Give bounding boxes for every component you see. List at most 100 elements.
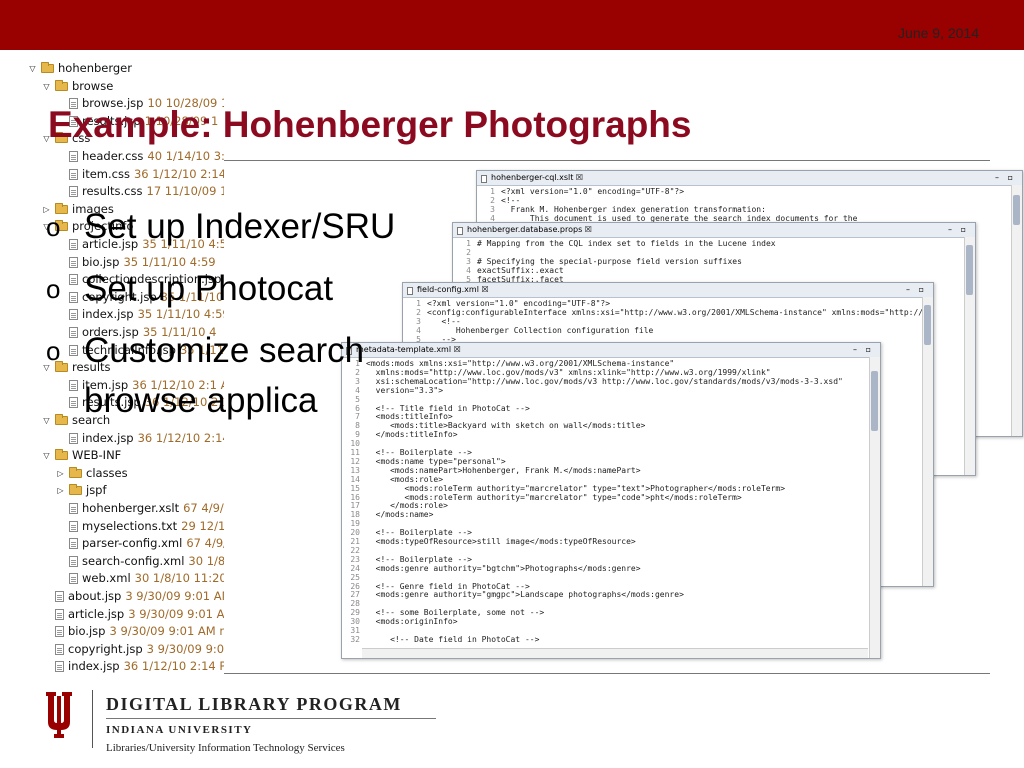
editor-tab-label: hohenberger.database.props ☒ (453, 225, 592, 234)
slide-title: Example: Hohenberger Photographs (48, 104, 692, 145)
tree-item-name: classes (86, 465, 128, 480)
tree-file[interactable]: search-config.xml30 1/8/1 (56, 553, 224, 570)
collapsed-arrow-icon[interactable]: ▷ (56, 465, 65, 482)
tree-item-name: browse (72, 78, 114, 93)
bullet-item: o Set up Photocat (46, 258, 395, 320)
code-line: xsi:schemaLocation="http://www.loc.gov/m… (366, 376, 843, 386)
editor-tab[interactable]: hohenberger.database.props ☒ – ▫ (453, 223, 975, 238)
line-number: 32 (350, 634, 360, 644)
window-controls-icon[interactable]: – ▫ (948, 223, 969, 237)
bullet-marker: o (46, 336, 61, 366)
vertical-scrollbar[interactable] (922, 297, 933, 586)
code-line: <mods:name type="personal"> (366, 456, 506, 466)
tree-file[interactable]: item.css 36 1/12/10 2:14 (56, 166, 224, 183)
file-icon (55, 626, 64, 638)
line-number: 25 (350, 572, 360, 582)
code-area[interactable]: 1 <mods:mods xmlns:xsi="http://www.w3.org… (342, 359, 868, 658)
editor-window-metadata-template: metadata-template.xml ☒ – ▫ 1 <mods:mods … (341, 342, 881, 659)
tree-item-name: jspf (86, 483, 107, 498)
editor-tab-label: hohenberger-cql.xslt ☒ (477, 173, 583, 182)
code-line: <!-- (427, 316, 461, 326)
code-line: <mods:originInfo> (366, 617, 458, 627)
tree-item-revision: 67 4/9/1 (183, 501, 224, 515)
window-controls-icon[interactable]: – ▫ (853, 343, 874, 357)
tree-item-name: bio.jsp (68, 624, 106, 639)
file-icon (69, 555, 78, 567)
tree-file[interactable]: hohenberger.xslt67 4/9/1 (56, 500, 224, 517)
tree-item-revision: 3 9/30/09 9:01 AM (128, 606, 224, 621)
tree-item-revision: 30 1/8/1 (188, 553, 224, 568)
line-number: 24 (350, 563, 360, 573)
file-icon (69, 503, 78, 514)
folder-icon (69, 466, 82, 478)
tree-item-revision: 3 9/30/09 9:01 AM (125, 589, 224, 603)
code-line: <mods:roleTerm authority="marcrelator" t… (366, 483, 786, 493)
line-number: 12 (350, 456, 360, 466)
tree-item-revision: 3 9/30/09 9:01 (146, 641, 224, 656)
line-number: 10 (350, 439, 360, 449)
file-icon (69, 432, 78, 444)
tree-item-name: search-config.xml (82, 553, 185, 568)
line-number: 23 (350, 554, 360, 564)
expanded-arrow-icon[interactable]: ▽ (42, 78, 51, 95)
bullet-marker: o (46, 212, 61, 242)
tree-folder[interactable]: ▷ classes (56, 465, 128, 482)
line-number: 21 (350, 537, 360, 546)
code-line: <!-- some Boilerplate, some not --> (366, 608, 545, 618)
window-controls-icon[interactable]: – ▫ (906, 283, 927, 297)
folder-icon (55, 79, 68, 91)
tree-item-revision: 36 1/12/10 2:14 PM (123, 659, 224, 674)
tree-file[interactable]: parser-config.xml67 4/9/1 (56, 535, 224, 552)
code-line: xmlns:mods="http://www.loc.gov/mods/v3" … (366, 367, 771, 377)
file-icon (69, 151, 78, 162)
code-line: Frank M. Hohenberger index generation tr… (501, 204, 766, 214)
line-number: 3 (490, 204, 495, 214)
file-icon (69, 520, 78, 532)
tree-file[interactable]: about.jsp 3 9/30/09 9:01 AM (42, 588, 224, 605)
file-icon (69, 168, 78, 180)
editor-tab[interactable]: metadata-template.xml ☒ – ▫ (342, 343, 880, 358)
top-banner: June 9, 2014 (0, 0, 1024, 50)
line-number: 3 (416, 316, 421, 326)
tree-file[interactable]: header.css 40 1/14/10 3:5 (56, 148, 224, 165)
expanded-arrow-icon[interactable]: ▽ (42, 447, 51, 464)
line-number: 17 (350, 501, 360, 511)
expanded-arrow-icon[interactable]: ▽ (28, 60, 37, 77)
tree-file[interactable]: article.jsp 3 9/30/09 9:01 AM (42, 606, 224, 623)
vertical-scrollbar[interactable] (869, 357, 880, 658)
vertical-scrollbar[interactable] (964, 237, 975, 475)
tree-file[interactable]: web.xml 30 1/8/10 11:20 (56, 570, 224, 587)
iu-trident-logo-icon (46, 692, 72, 738)
tree-file[interactable]: copyright.jsp 3 9/30/09 9:01 (42, 641, 224, 658)
slide-date: June 9, 2014 (898, 25, 979, 41)
tree-folder[interactable]: ▽ WEB-INF (42, 447, 121, 464)
horizontal-scrollbar[interactable] (362, 648, 868, 658)
line-number: 18 (350, 510, 360, 520)
tree-folder[interactable]: ▽ browse (42, 78, 113, 95)
tree-file[interactable]: myselections.txt29 12/15 (56, 518, 224, 535)
editor-tab[interactable]: field-config.xml ☒ – ▫ (403, 283, 933, 298)
code-line: <?xml version="1.0" encoding="UTF-8"?> (427, 299, 611, 308)
department-name: Libraries/University Information Technol… (106, 742, 345, 754)
vertical-scrollbar[interactable] (1011, 185, 1022, 436)
tree-item-name: index.jsp (82, 430, 134, 445)
bullet-text: Set up Indexer/SRU (84, 207, 396, 246)
editor-tab[interactable]: hohenberger-cql.xslt ☒ – ▫ (477, 171, 1022, 186)
window-controls-icon[interactable]: – ▫ (995, 171, 1016, 185)
tree-file[interactable]: bio.jsp 3 9/30/09 9:01 AM m (42, 623, 224, 640)
line-number: 16 (350, 492, 360, 502)
tree-file[interactable]: index.jsp36 1/12/10 2:14 PM (42, 658, 224, 675)
tree-folder[interactable]: ▷ jspf (56, 482, 107, 499)
file-icon (69, 538, 78, 550)
code-line: <?xml version="1.0" encoding="UTF-8"?> (501, 187, 685, 196)
collapsed-arrow-icon[interactable]: ▷ (56, 482, 65, 499)
tree-item-name: article.jsp (68, 606, 125, 621)
editor-tab-label: field-config.xml ☒ (403, 285, 489, 294)
tree-item-name: item.css (82, 166, 130, 181)
tree-file[interactable]: index.jsp 36 1/12/10 2:14 (56, 430, 224, 447)
tree-folder[interactable]: ▽ hohenberger (28, 60, 132, 77)
tree-item-revision: 30 1/8/10 11:20 (134, 571, 224, 586)
line-number: 3 (466, 256, 471, 266)
tree-item-revision: 36 1/12/10 2:14 (137, 430, 224, 445)
line-number: 1 (416, 299, 421, 308)
